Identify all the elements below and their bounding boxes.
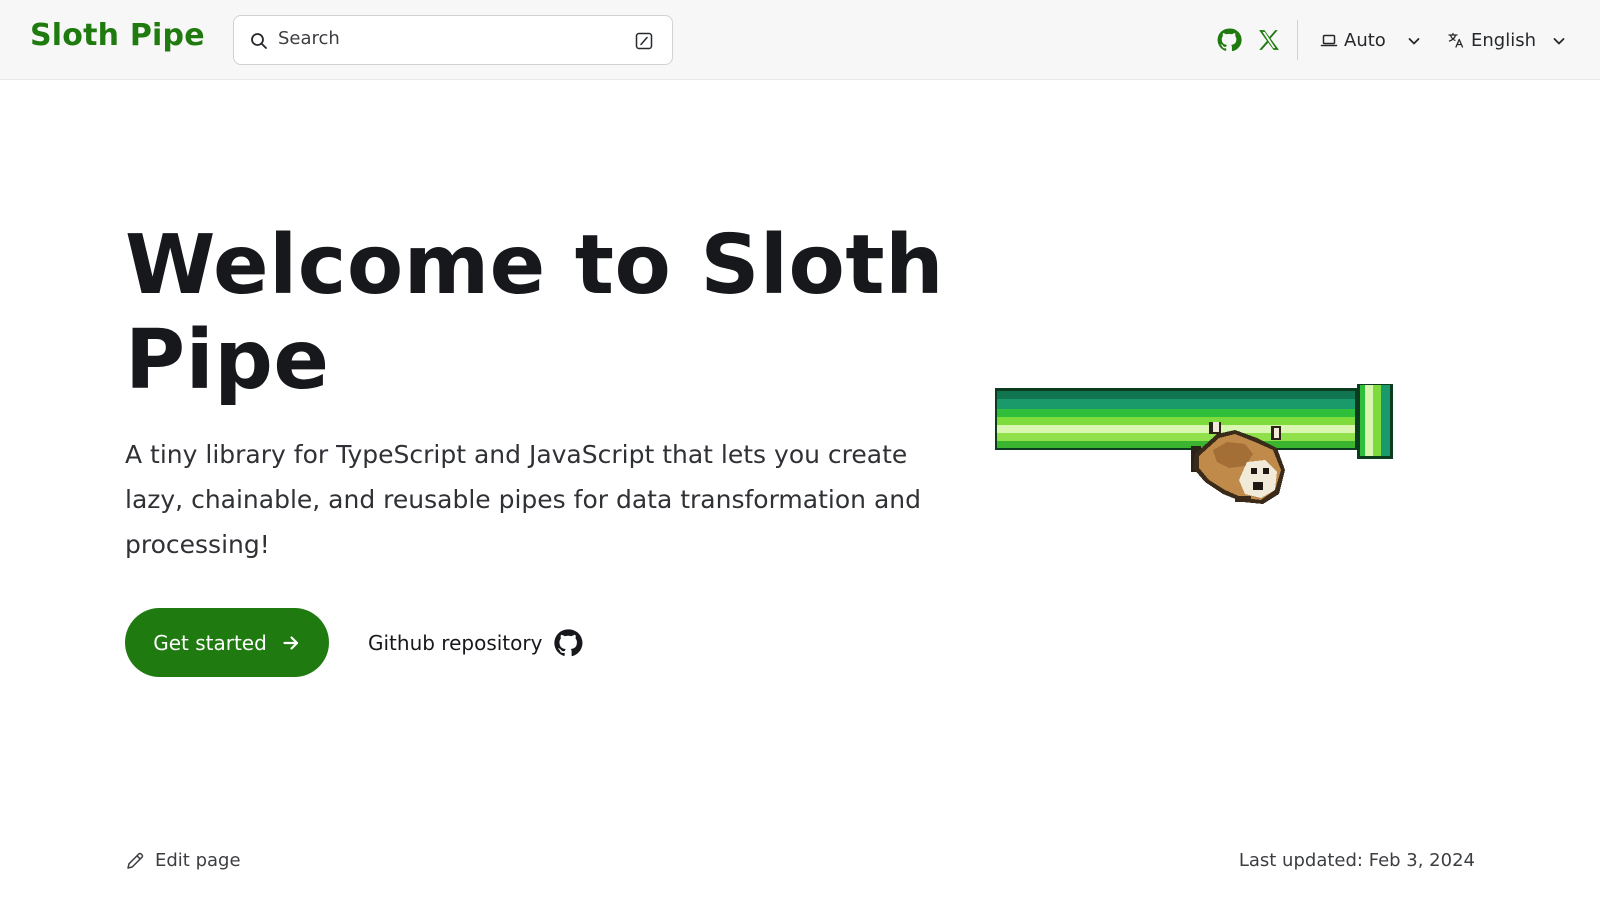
language-select[interactable]: English	[1447, 24, 1567, 56]
x-link[interactable]	[1255, 26, 1283, 54]
arrow-right-icon	[281, 633, 301, 653]
slash-key-icon	[634, 31, 654, 51]
pencil-icon	[125, 851, 145, 871]
github-repository-label: Github repository	[368, 631, 543, 655]
edit-page-label: Edit page	[155, 850, 241, 871]
hero-title: Welcome to Sloth Pipe	[125, 218, 944, 408]
sloth-pipe-illustration	[995, 382, 1393, 514]
header-divider	[1297, 20, 1298, 60]
chevron-down-icon	[1406, 33, 1422, 49]
hero-tagline: A tiny library for TypeScript and JavaSc…	[125, 440, 921, 559]
laptop-icon	[1320, 31, 1338, 49]
translate-icon	[1447, 31, 1465, 49]
get-started-label: Get started	[153, 630, 267, 655]
search-input[interactable]: Search	[233, 15, 673, 65]
theme-select[interactable]: Auto	[1320, 24, 1420, 56]
last-updated-text: Last updated: Feb 3, 2024	[1238, 850, 1475, 871]
search-icon	[249, 31, 269, 51]
theme-select-value: Auto	[1344, 29, 1386, 51]
site-header: Sloth Pipe Search Auto English	[0, 0, 1600, 80]
language-select-value: English	[1471, 29, 1536, 51]
search-placeholder: Search	[278, 28, 340, 49]
site-title-link[interactable]: Sloth Pipe	[30, 18, 205, 53]
github-icon	[552, 627, 584, 659]
chevron-down-icon	[1551, 33, 1567, 49]
get-started-button[interactable]: Get started	[125, 608, 329, 677]
x-icon	[1255, 30, 1283, 58]
github-repository-link[interactable]: Github repository	[368, 625, 584, 661]
github-link[interactable]	[1215, 26, 1243, 54]
github-icon	[1215, 28, 1243, 58]
edit-page-link[interactable]: Edit page	[125, 850, 241, 871]
